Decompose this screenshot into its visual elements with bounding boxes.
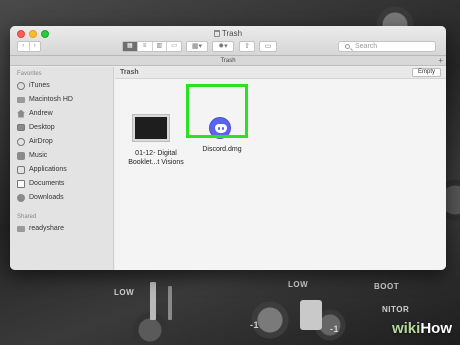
title-bar[interactable]: Trash ‹ › ▦ ≡ ▥ ▭ ▦▾ ✹▾ ⇧ ▭ Search bbox=[10, 26, 446, 56]
sidebar-item-itunes[interactable]: iTunes bbox=[17, 80, 50, 91]
highlight-box bbox=[186, 84, 248, 138]
documents-icon bbox=[17, 179, 25, 188]
sidebar-heading-favorites: Favorites bbox=[17, 71, 42, 77]
column-view-button[interactable]: ▥ bbox=[153, 42, 168, 51]
wikihow-watermark: wikiHow bbox=[392, 320, 452, 337]
gallery-view-button[interactable]: ▭ bbox=[167, 42, 181, 51]
sidebar-item-label: Applications bbox=[29, 166, 67, 173]
share-button[interactable]: ⇧ bbox=[239, 41, 255, 52]
sidebar-item-desktop[interactable]: Desktop bbox=[17, 122, 55, 133]
sidebar-item-label: Macintosh HD bbox=[29, 96, 73, 103]
mixer-slider bbox=[168, 286, 172, 320]
watermark-how: How bbox=[420, 320, 452, 337]
window-title-label: Trash bbox=[221, 29, 243, 38]
list-view-button[interactable]: ≡ bbox=[138, 42, 153, 51]
empty-trash-button[interactable]: Empty bbox=[411, 68, 441, 77]
sidebar-item-andrew[interactable]: Andrew bbox=[17, 108, 53, 119]
mixer-label-minus-one: -1 bbox=[250, 320, 260, 330]
new-tab-button[interactable]: + bbox=[438, 56, 443, 66]
arrange-button[interactable]: ▦▾ bbox=[186, 41, 208, 52]
tags-button[interactable]: ▭ bbox=[259, 41, 277, 52]
search-placeholder: Search bbox=[355, 43, 378, 50]
sidebar-item-label: Documents bbox=[29, 180, 65, 187]
sidebar-item-music[interactable]: Music bbox=[17, 150, 47, 161]
sidebar-item-readyshare[interactable]: readyshare bbox=[17, 223, 64, 234]
file-name: Discord.dmg bbox=[202, 146, 242, 153]
mixer-label-minus-one: -1 bbox=[330, 324, 340, 334]
file-name: 01-12- Digital Booklet...t Visions bbox=[125, 149, 187, 167]
sidebar-item-airdrop[interactable]: AirDrop bbox=[17, 136, 53, 147]
sidebar-heading-shared: Shared bbox=[17, 214, 37, 220]
network-drive-icon bbox=[17, 225, 25, 232]
music-folder-icon bbox=[17, 151, 25, 160]
document-thumbnail-icon bbox=[133, 115, 169, 141]
mixer-label-nitor: NITOR bbox=[382, 305, 410, 314]
icon-view-button[interactable]: ▦ bbox=[123, 42, 138, 51]
tab-trash[interactable]: Trash bbox=[220, 58, 235, 64]
sidebar-item-label: readyshare bbox=[29, 225, 65, 232]
airdrop-icon bbox=[17, 137, 25, 146]
arrange-icon: ▦▾ bbox=[191, 43, 203, 50]
back-forward-control: ‹ › bbox=[17, 41, 41, 52]
mixer-label-low: LOW bbox=[288, 280, 309, 289]
sidebar-item-downloads[interactable]: Downloads bbox=[17, 192, 64, 203]
file-name-line: Booklet...t Visions bbox=[128, 159, 184, 166]
path-title: Trash bbox=[120, 69, 139, 76]
finder-window: Trash ‹ › ▦ ≡ ▥ ▭ ▦▾ ✹▾ ⇧ ▭ Search Trash… bbox=[10, 26, 446, 270]
music-note-icon bbox=[17, 81, 25, 90]
sidebar-item-documents[interactable]: Documents bbox=[17, 178, 64, 189]
mixer-fader bbox=[300, 300, 322, 330]
sidebar-item-label: Desktop bbox=[29, 124, 55, 131]
view-mode-control: ▦ ≡ ▥ ▭ bbox=[122, 41, 182, 52]
gear-icon: ✹▾ bbox=[218, 43, 228, 50]
file-item-digital-booklet[interactable]: 01-12- Digital Booklet...t Visions bbox=[125, 115, 187, 175]
applications-icon bbox=[17, 165, 25, 174]
mixer-label-low: LOW bbox=[114, 288, 135, 297]
watermark-wiki: wiki bbox=[391, 320, 421, 337]
sidebar-item-label: AirDrop bbox=[29, 138, 53, 145]
forward-button[interactable]: › bbox=[30, 42, 41, 51]
sidebar-item-macintosh-hd[interactable]: Macintosh HD bbox=[17, 94, 73, 105]
tab-bar: Trash + bbox=[10, 56, 446, 66]
back-button[interactable]: ‹ bbox=[18, 42, 30, 51]
file-area: Trash Empty 01-12- Digital Booklet...t V… bbox=[115, 67, 446, 270]
tag-icon: ▭ bbox=[264, 43, 272, 50]
search-icon bbox=[345, 44, 350, 49]
mixer-slider bbox=[150, 282, 156, 320]
desktop-icon bbox=[17, 124, 25, 131]
home-icon bbox=[17, 109, 25, 118]
file-name-line: 01-12- Digital bbox=[135, 150, 177, 157]
sidebar: Favorites iTunes Macintosh HD Andrew Des… bbox=[10, 67, 114, 270]
trash-icon bbox=[213, 30, 220, 37]
hard-drive-icon bbox=[17, 96, 25, 103]
sidebar-item-label: iTunes bbox=[29, 82, 50, 89]
sidebar-item-label: Andrew bbox=[29, 110, 53, 117]
sidebar-item-label: Downloads bbox=[29, 194, 64, 201]
search-field[interactable]: Search bbox=[338, 41, 436, 52]
downloads-icon bbox=[17, 193, 25, 202]
window-title: Trash bbox=[10, 29, 446, 38]
mixer-label-boot: BOOT bbox=[374, 282, 400, 291]
share-icon: ⇧ bbox=[244, 43, 250, 50]
action-button[interactable]: ✹▾ bbox=[212, 41, 234, 52]
path-header: Trash Empty bbox=[115, 67, 446, 79]
sidebar-item-label: Music bbox=[29, 152, 48, 159]
sidebar-item-applications[interactable]: Applications bbox=[17, 164, 67, 175]
